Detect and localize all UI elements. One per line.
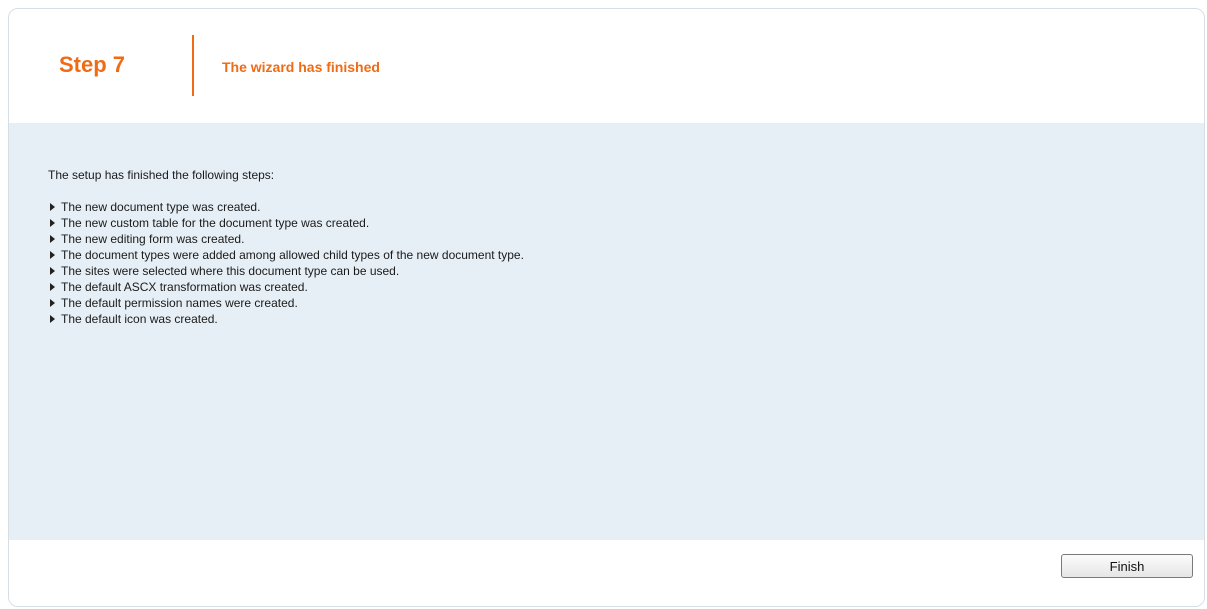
triangle-bullet-icon: [50, 299, 55, 307]
wizard-panel: Step 7 The wizard has finished The setup…: [8, 8, 1205, 607]
header-divider: [192, 35, 194, 96]
step-text: The new custom table for the document ty…: [61, 216, 370, 230]
triangle-bullet-icon: [50, 219, 55, 227]
triangle-bullet-icon: [50, 235, 55, 243]
list-item: The new document type was created.: [48, 199, 524, 215]
step-text: The default icon was created.: [61, 312, 218, 326]
intro-text: The setup has finished the following ste…: [48, 168, 275, 182]
step-title: The wizard has finished: [222, 59, 380, 75]
list-item: The default permission names were create…: [48, 295, 524, 311]
triangle-bullet-icon: [50, 315, 55, 323]
triangle-bullet-icon: [50, 251, 55, 259]
wizard-content: The setup has finished the following ste…: [9, 123, 1204, 540]
list-item: The sites were selected where this docum…: [48, 263, 524, 279]
triangle-bullet-icon: [50, 203, 55, 211]
list-item: The new custom table for the document ty…: [48, 215, 524, 231]
wizard-footer: Finish: [9, 540, 1204, 606]
step-text: The new document type was created.: [61, 200, 261, 214]
wizard-header: Step 7 The wizard has finished: [9, 9, 1204, 123]
list-item: The default ASCX transformation was crea…: [48, 279, 524, 295]
list-item: The document types were added among allo…: [48, 247, 524, 263]
step-text: The default ASCX transformation was crea…: [61, 280, 308, 294]
step-text: The sites were selected where this docum…: [61, 264, 400, 278]
list-item: The default icon was created.: [48, 311, 524, 327]
list-item: The new editing form was created.: [48, 231, 524, 247]
triangle-bullet-icon: [50, 283, 55, 291]
step-text: The default permission names were create…: [61, 296, 298, 310]
completed-steps-list: The new document type was created. The n…: [48, 199, 524, 327]
finish-button[interactable]: Finish: [1061, 554, 1193, 578]
step-text: The new editing form was created.: [61, 232, 245, 246]
step-number: Step 7: [59, 52, 126, 77]
step-text: The document types were added among allo…: [61, 248, 524, 262]
triangle-bullet-icon: [50, 267, 55, 275]
